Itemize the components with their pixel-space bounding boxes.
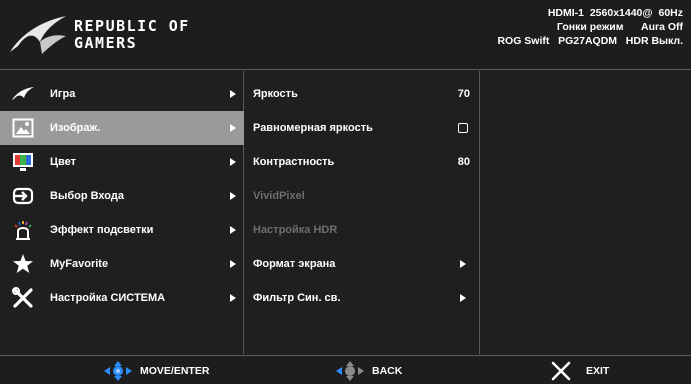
status-model-hdr: ROG Swift PG27AQDM HDR Выкл. bbox=[497, 35, 683, 47]
brand-line-2: GAMERS bbox=[74, 34, 138, 52]
osd-footer: MOVE/ENTER BACK EXIT bbox=[0, 355, 691, 384]
submenu-label: Настройка HDR bbox=[253, 224, 338, 236]
status-info: HDMI-1 2560x1440@ 60Hz Гонки режим Aura … bbox=[497, 6, 683, 48]
exit-button[interactable]: EXIT bbox=[550, 356, 609, 384]
status-mode-aura: Гонки режим Aura Off bbox=[556, 21, 683, 33]
input-select-icon bbox=[10, 185, 36, 207]
options-panel bbox=[481, 71, 691, 354]
lighting-effect-icon bbox=[10, 219, 36, 241]
submenu-label: Формат экрана bbox=[253, 258, 336, 270]
submenu-label: Равномерная яркость bbox=[253, 122, 373, 134]
submenu-item-blue-light-filter[interactable]: Фильтр Син. св. bbox=[245, 281, 480, 315]
main-menu: Игра Изображ. Цвет Выбор Входа Эффект по… bbox=[0, 71, 244, 354]
submenu-item-uniform-brightness[interactable]: Равномерная яркость bbox=[245, 111, 480, 145]
main-menu-label: Игра bbox=[50, 88, 76, 100]
main-menu-item-image[interactable]: Изображ. bbox=[0, 111, 244, 145]
main-menu-label: Цвет bbox=[50, 156, 77, 168]
submenu-label: Яркость bbox=[253, 88, 298, 100]
chevron-right-icon bbox=[230, 226, 236, 234]
chevron-right-icon bbox=[460, 260, 466, 268]
five-way-navigation-icon bbox=[104, 360, 132, 381]
main-menu-item-color[interactable]: Цвет bbox=[0, 145, 244, 179]
chevron-right-icon bbox=[230, 260, 236, 268]
submenu-label: VividPixel bbox=[253, 190, 305, 202]
brand-text: REPUBLIC OF GAMERS bbox=[74, 18, 190, 52]
chevron-right-icon bbox=[230, 192, 236, 200]
chevron-right-icon bbox=[230, 90, 236, 98]
image-submenu: Яркость 70 Равномерная яркость Контрастн… bbox=[245, 71, 480, 354]
back-navigation-icon bbox=[336, 360, 364, 381]
main-menu-label: Выбор Входа bbox=[50, 190, 124, 202]
chevron-right-icon bbox=[230, 158, 236, 166]
back-label: BACK bbox=[372, 364, 403, 377]
contrast-value: 80 bbox=[457, 156, 470, 168]
main-menu-label: Настройка СИСТЕМА bbox=[50, 292, 166, 304]
star-icon bbox=[10, 253, 36, 275]
chevron-right-icon bbox=[230, 294, 236, 302]
monitor-osd: REPUBLIC OF GAMERS HDMI-1 2560x1440@ 60H… bbox=[0, 0, 691, 384]
main-menu-item-myfavorite[interactable]: MyFavorite bbox=[0, 247, 244, 281]
submenu-label: Фильтр Син. св. bbox=[253, 292, 341, 304]
submenu-item-contrast[interactable]: Контрастность 80 bbox=[245, 145, 480, 179]
submenu-item-aspect-control[interactable]: Формат экрана bbox=[245, 247, 480, 281]
chevron-right-icon bbox=[460, 294, 466, 302]
brand-line-1: REPUBLIC OF bbox=[74, 17, 190, 35]
brightness-value: 70 bbox=[457, 88, 470, 100]
main-menu-label: Изображ. bbox=[50, 122, 101, 134]
main-menu-item-system-setup[interactable]: Настройка СИСТЕМА bbox=[0, 281, 244, 315]
main-menu-item-lighting-effect[interactable]: Эффект подсветки bbox=[0, 213, 244, 247]
main-menu-label: MyFavorite bbox=[50, 258, 109, 270]
wrench-screwdriver-icon bbox=[10, 287, 36, 309]
color-icon bbox=[10, 151, 36, 173]
submenu-item-hdr-setting: Настройка HDR bbox=[245, 213, 480, 247]
image-icon bbox=[10, 117, 36, 139]
back-button[interactable]: BACK bbox=[334, 356, 402, 384]
submenu-item-vividpixel: VividPixel bbox=[245, 179, 480, 213]
main-menu-label: Эффект подсветки bbox=[50, 224, 154, 236]
main-menu-item-input-select[interactable]: Выбор Входа bbox=[0, 179, 244, 213]
checkbox-icon[interactable] bbox=[458, 123, 468, 133]
osd-header: REPUBLIC OF GAMERS HDMI-1 2560x1440@ 60H… bbox=[0, 0, 691, 70]
chevron-right-icon bbox=[230, 124, 236, 132]
rog-logo-icon bbox=[10, 16, 66, 54]
submenu-label: Контрастность bbox=[253, 156, 335, 168]
main-menu-item-game[interactable]: Игра bbox=[0, 77, 244, 111]
rog-eye-icon bbox=[10, 83, 36, 105]
submenu-item-brightness[interactable]: Яркость 70 bbox=[245, 77, 480, 111]
exit-label: EXIT bbox=[586, 364, 610, 377]
status-input-resolution: HDMI-1 2560x1440@ 60Hz bbox=[547, 7, 683, 19]
move-enter-button[interactable]: MOVE/ENTER bbox=[102, 356, 209, 384]
move-enter-label: MOVE/ENTER bbox=[140, 364, 210, 377]
close-icon bbox=[551, 361, 571, 380]
